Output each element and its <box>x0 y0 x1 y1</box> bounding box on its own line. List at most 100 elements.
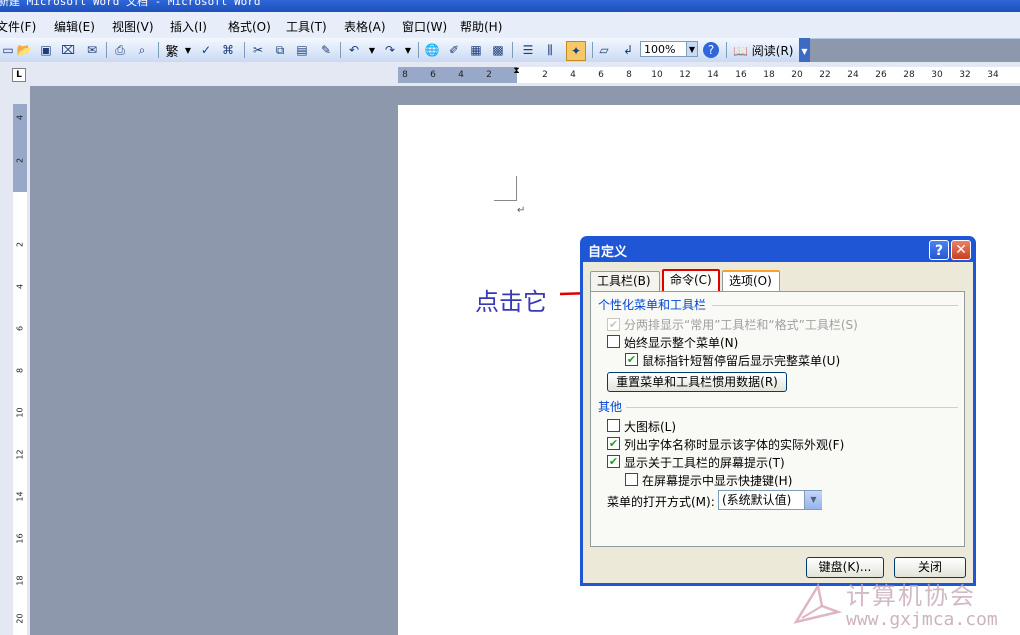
tab-options[interactable]: 选项(O) <box>722 270 780 292</box>
email-icon[interactable]: ✉ <box>84 42 100 58</box>
save-icon[interactable]: ▣ <box>38 42 54 58</box>
insert-excel-icon[interactable]: ▩ <box>490 42 506 58</box>
ruler-tick-label: 18 <box>15 575 25 586</box>
ruler-tick-label: 4 <box>15 114 25 121</box>
standard-toolbar: ▭ 📂 ▣ ⌧ ✉ ⎙ ⌕ 繁 ▼ ✓ ⌘ ✂ ⧉ ▤ ✎ ↶ ▼ ↷ ▼ 🌐 … <box>0 38 810 63</box>
indent-marker-icon[interactable]: ⧗ <box>512 66 521 88</box>
tables-borders-icon[interactable]: ✐ <box>446 42 462 58</box>
dialog-title: 自定义 <box>588 245 628 260</box>
ruler-tick-label: 2 <box>486 70 492 80</box>
menu-file[interactable]: 文件(F) <box>0 18 36 35</box>
menu-window[interactable]: 窗口(W) <box>402 18 447 35</box>
traditional-chinese-button[interactable]: 繁 <box>164 42 180 60</box>
ruler-tick-label: 22 <box>819 70 831 80</box>
ruler-tick-label: 20 <box>791 70 803 80</box>
checkbox-label: 始终显示整个菜单(N) <box>624 336 739 350</box>
ruler-tick-label: 4 <box>458 70 464 80</box>
menu-tools[interactable]: 工具(T) <box>286 18 327 35</box>
dropdown-arrow-icon[interactable]: ▼ <box>180 42 196 58</box>
ruler-tick-label: 24 <box>847 70 859 80</box>
checkbox-full-menus[interactable] <box>607 335 620 348</box>
group-divider <box>712 305 958 306</box>
print-icon[interactable]: ⎙ <box>112 42 128 58</box>
ruler-tick-label: 2 <box>542 70 548 80</box>
toolbar-separator <box>244 42 245 58</box>
tab-commands[interactable]: 命令(C) <box>662 269 720 293</box>
crop-mark <box>516 176 517 200</box>
ruler-tick-label: 28 <box>903 70 915 80</box>
checkbox-screen-tips[interactable]: ✔ <box>607 455 620 468</box>
open-folder-icon[interactable]: 📂 <box>16 42 32 58</box>
checkbox-label: 显示关于工具栏的屏幕提示(T) <box>624 456 785 470</box>
toolbar-separator <box>726 42 727 58</box>
group-divider <box>626 407 958 408</box>
research-icon[interactable]: ⌘ <box>220 42 236 58</box>
copy-icon[interactable]: ⧉ <box>272 42 288 58</box>
hyperlink-icon[interactable]: 🌐 <box>424 42 440 58</box>
dialog-close-button[interactable]: ✕ <box>951 240 971 260</box>
paragraph-mark-icon: ↵ <box>517 205 526 216</box>
checkbox-label: 分两排显示“常用”工具栏和“格式”工具栏(S) <box>624 318 858 332</box>
ruler-tick-label: 6 <box>598 70 604 80</box>
toolbar-separator <box>592 42 593 58</box>
show-formatting-icon[interactable]: ▱ <box>596 42 612 58</box>
menu-format[interactable]: 格式(O) <box>228 18 271 35</box>
tab-toolbars[interactable]: 工具栏(B) <box>590 271 660 291</box>
redo-dropdown-icon[interactable]: ▼ <box>400 42 416 58</box>
checkbox-large-icons[interactable] <box>607 419 620 432</box>
watermark-url: www.gxjmca.com <box>846 609 998 630</box>
menu-bar: 文件(F) 编辑(E) 视图(V) 插入(I) 格式(O) 工具(T) 表格(A… <box>0 12 1020 39</box>
checkbox-label: 列出字体名称时显示该字体的实际外观(F) <box>624 438 845 452</box>
tab-stop-selector[interactable]: L <box>12 68 26 82</box>
format-painter-icon[interactable]: ✎ <box>318 42 334 58</box>
reset-usage-data-button[interactable]: 重置菜单和工具栏惯用数据(R) <box>607 372 787 392</box>
print-preview-icon[interactable]: ⌕ <box>134 42 150 58</box>
redo-icon[interactable]: ↷ <box>382 42 398 58</box>
checkbox-shortcut-keys[interactable] <box>625 473 638 486</box>
ruler-tick-label: 14 <box>15 491 25 502</box>
toolbar-separator <box>340 42 341 58</box>
checkbox-two-rows[interactable]: ✔ <box>607 318 620 331</box>
keyboard-button[interactable]: 键盘(K)... <box>806 557 884 578</box>
ruler-tick-label: 18 <box>763 70 775 80</box>
menu-insert[interactable]: 插入(I) <box>170 18 207 35</box>
ruler-tick-label: 30 <box>931 70 943 80</box>
close-button[interactable]: 关闭 <box>894 557 966 578</box>
checkbox-full-menus-delay[interactable]: ✔ <box>625 353 638 366</box>
checkbox-font-preview[interactable]: ✔ <box>607 437 620 450</box>
dialog-help-button[interactable]: ? <box>929 240 949 260</box>
menu-animation-label: 菜单的打开方式(M): <box>607 495 715 509</box>
ruler-tick-label: 16 <box>15 533 25 544</box>
paragraph-mark-icon[interactable]: ↲ <box>620 42 636 58</box>
permission-icon[interactable]: ⌧ <box>60 42 76 58</box>
toolbar-options-icon[interactable]: ▼ <box>799 38 810 62</box>
new-document-icon[interactable]: ▭ <box>0 42 16 58</box>
ruler-tick-label: 8 <box>402 70 408 80</box>
ruler-tick-label: 4 <box>15 283 25 290</box>
columns-icon[interactable]: ☰ <box>520 42 536 58</box>
zoom-dropdown-icon[interactable]: ▼ <box>686 41 698 57</box>
group-label-personalized: 个性化菜单和工具栏 <box>598 298 707 312</box>
ruler-tick-label: 4 <box>570 70 576 80</box>
menu-table[interactable]: 表格(A) <box>344 18 386 35</box>
undo-icon[interactable]: ↶ <box>346 42 362 58</box>
undo-dropdown-icon[interactable]: ▼ <box>364 42 380 58</box>
ruler-tick-label: 8 <box>15 367 25 374</box>
toolbar-separator <box>158 42 159 58</box>
menu-view[interactable]: 视图(V) <box>112 18 154 35</box>
drawing-icon[interactable]: ⫼ <box>542 42 558 58</box>
document-map-icon[interactable]: ✦ <box>566 41 586 61</box>
menu-edit[interactable]: 编辑(E) <box>54 18 95 35</box>
insert-table-icon[interactable]: ▦ <box>468 42 484 58</box>
chevron-down-icon[interactable]: ▼ <box>804 491 822 509</box>
menu-help[interactable]: 帮助(H) <box>460 18 502 35</box>
cut-icon[interactable]: ✂ <box>250 42 266 58</box>
watermark-text: 计算机协会 <box>846 582 976 610</box>
read-mode-button[interactable]: 📖 阅读(R) <box>733 42 793 59</box>
ruler-tick-label: 12 <box>679 70 691 80</box>
help-icon[interactable]: ? <box>703 42 719 58</box>
spelling-icon[interactable]: ✓ <box>198 42 214 58</box>
ruler-tick-label: 10 <box>15 407 25 418</box>
ruler-tick-label: 10 <box>651 70 663 80</box>
paste-icon[interactable]: ▤ <box>294 42 310 58</box>
